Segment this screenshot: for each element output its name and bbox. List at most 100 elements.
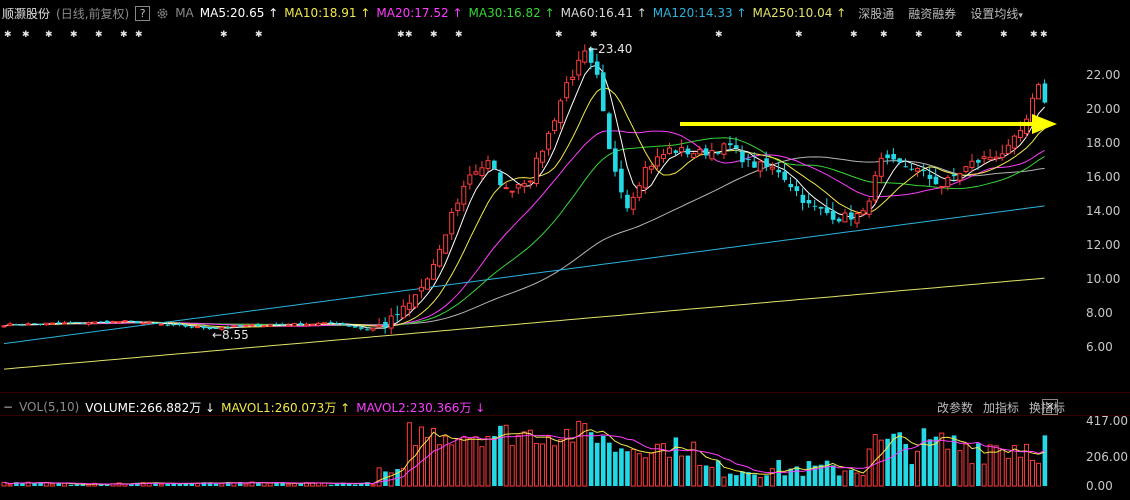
volume-bar: [62, 482, 67, 487]
volume-bar: [509, 445, 515, 487]
volume-bar: [951, 435, 957, 486]
volume-bar: [842, 470, 848, 487]
ma5-line: [3, 64, 1045, 329]
volume-bar: [492, 435, 497, 486]
volume-bar: [613, 451, 618, 486]
volume-bar: [558, 439, 564, 487]
candle-body: [153, 322, 158, 324]
volume-bar: [642, 457, 648, 487]
candle-body: [800, 194, 806, 203]
candle-body: [437, 248, 443, 267]
volume-bar: [7, 484, 13, 487]
candle-body: [135, 321, 140, 324]
candle-body: [104, 320, 110, 323]
candle-body: [195, 326, 201, 329]
candle-body: [654, 156, 660, 167]
volume-bar: [630, 448, 636, 487]
volume-tick-label: 206.00: [1086, 450, 1128, 464]
volume-bar: [849, 469, 854, 486]
candle-body: [776, 169, 781, 173]
candle-body: [769, 166, 775, 170]
candle-body: [939, 185, 945, 188]
volume-bar: [654, 443, 660, 487]
candle-body: [334, 323, 340, 325]
volume-bar: [915, 450, 921, 487]
candle-body: [1, 325, 7, 328]
candle-body: [945, 176, 951, 188]
candle-body: [388, 315, 394, 329]
candle-body: [552, 120, 558, 132]
candle-body: [539, 150, 545, 163]
volume-bar: [927, 439, 933, 486]
price-tick-label: 12.00: [1086, 238, 1120, 252]
candle-body: [976, 160, 981, 163]
candle-body: [709, 150, 715, 160]
volume-bar: [467, 438, 473, 487]
volume-bar: [539, 443, 545, 487]
candle-body: [62, 322, 67, 325]
candle-body: [757, 161, 763, 172]
volume-bar: [764, 475, 769, 486]
candle-body: [449, 211, 455, 235]
volume-bar: [533, 442, 539, 487]
candle-body: [400, 305, 406, 319]
volume-bar: [769, 468, 775, 487]
candle-body: [836, 218, 842, 222]
candle-body: [358, 327, 364, 329]
volume-bar: [836, 475, 842, 486]
candle-body: [849, 212, 854, 220]
event-marker-icon: ✱: [455, 30, 463, 40]
candle-body: [746, 158, 751, 160]
price-tick-label: 10.00: [1086, 272, 1120, 286]
volume-bar: [582, 423, 588, 487]
candle-body: [679, 147, 685, 153]
candle-body: [7, 323, 13, 326]
candle-body: [473, 171, 479, 175]
candle-body: [788, 183, 794, 188]
candle-body: [291, 323, 297, 327]
volume-bar: [709, 466, 715, 487]
candle-body: [316, 322, 322, 326]
volume-bar: [527, 429, 533, 487]
candle-body: [352, 326, 358, 328]
candle-body: [951, 174, 957, 177]
price-tick-label: 8.00: [1086, 306, 1113, 320]
volume-bar: [999, 449, 1005, 487]
volume-bar: [600, 435, 606, 486]
candle-body: [455, 202, 461, 212]
volume-bar: [794, 466, 800, 486]
candle-body: [818, 206, 824, 209]
candle-body: [56, 322, 62, 324]
candle-body: [878, 157, 884, 177]
candle-body: [721, 143, 727, 155]
candle-body: [49, 322, 55, 325]
event-marker-icon: ✱: [880, 30, 888, 40]
volume-bar: [981, 463, 987, 487]
volume-tick-label: 417.00: [1086, 414, 1128, 428]
volume-bar: [721, 476, 727, 487]
candle-body: [642, 166, 648, 189]
volume-bar: [1005, 457, 1011, 487]
ma20-line: [3, 130, 1045, 327]
candle-body: [703, 148, 709, 156]
ma30-line: [3, 137, 1045, 327]
candle-body: [146, 322, 152, 325]
candle-body: [280, 324, 285, 326]
candle-body: [576, 59, 582, 76]
candle-body: [521, 183, 527, 187]
volume-bar: [425, 436, 430, 487]
volume-bar: [757, 477, 763, 487]
candle-body: [872, 175, 878, 201]
candle-body: [25, 323, 31, 326]
candle-body: [346, 325, 352, 327]
volume-bar: [243, 483, 249, 487]
event-marker-icon: ✱: [120, 30, 128, 40]
event-marker-icon: ✱: [22, 30, 30, 40]
candle-body: [140, 322, 146, 325]
candle-body: [613, 148, 618, 172]
volume-bar: [697, 464, 703, 487]
candle-body: [625, 194, 630, 209]
event-marker-icon: ✱: [555, 30, 563, 40]
volume-bar: [939, 432, 945, 487]
candle-body: [492, 160, 497, 169]
